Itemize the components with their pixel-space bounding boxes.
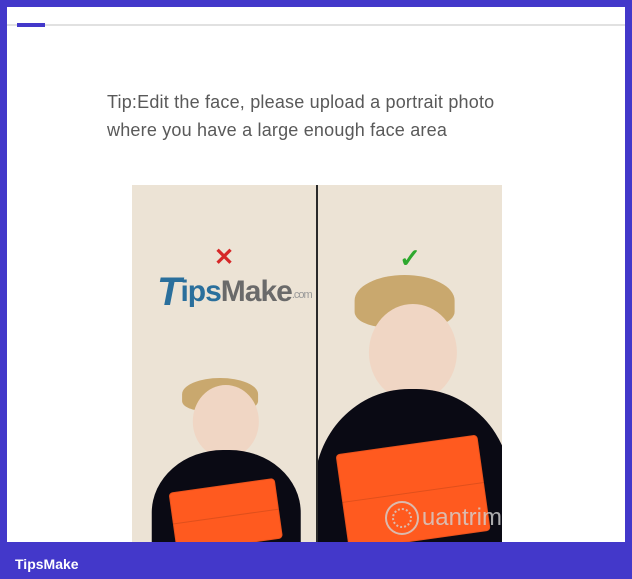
bad-example-panel: ✕ [132,185,318,542]
person-small-figure [147,375,305,542]
illustration-wrap: ✕ ✓ [107,185,527,542]
quantrimang-logo-icon [385,501,419,535]
progress-fill [17,23,45,27]
tipsmake-watermark: TipsMake.com [157,270,312,315]
content-window: Tip:Edit the face, please upload a portr… [7,7,625,542]
good-example-panel: ✓ [318,185,502,542]
content-area: Tip:Edit the face, please upload a portr… [7,7,625,542]
footer-brand: TipsMake [15,556,79,572]
tip-text: Tip:Edit the face, please upload a portr… [107,89,527,145]
quantrimang-watermark: uantrimang [385,501,502,535]
progress-track [7,24,625,26]
footer-bar: TipsMake [7,549,625,579]
progress-bar [7,23,625,27]
cross-icon: ✕ [214,243,234,272]
example-illustration: ✕ ✓ [132,185,502,542]
